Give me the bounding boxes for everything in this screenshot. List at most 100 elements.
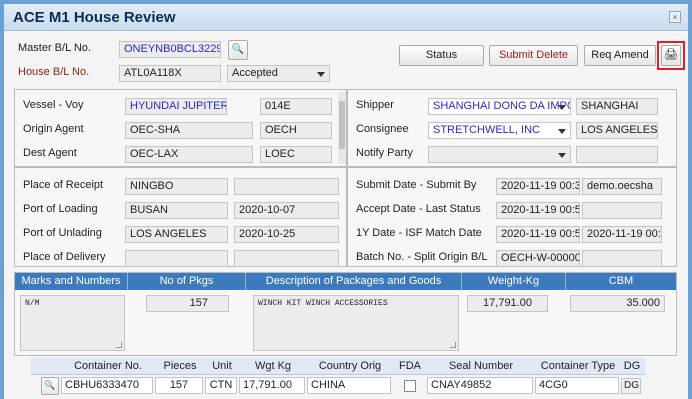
isf-match-date-field[interactable]: 2020-11-19 00:55: xyxy=(582,226,662,243)
consignee-select[interactable]: STRETCHWELL, INC xyxy=(428,122,571,139)
consignee-label: Consignee xyxy=(356,123,409,135)
resize-grip-icon[interactable] xyxy=(116,342,122,348)
containers-header: Container No. Pieces Unit Wgt Kg Country… xyxy=(31,358,645,375)
search-icon: 🔍 xyxy=(44,380,56,390)
container-unit-field[interactable]: CTN xyxy=(205,377,237,394)
vessel-field[interactable]: HYUNDAI JUPITER xyxy=(125,98,227,115)
split-origin-bl-field[interactable] xyxy=(582,250,662,267)
master-bl-label: Master B/L No. xyxy=(18,42,91,54)
chevron-down-icon xyxy=(317,72,325,77)
search-button[interactable]: 🔍 xyxy=(228,40,248,60)
chevron-down-icon xyxy=(558,129,566,134)
window-title: ACE M1 House Review xyxy=(13,9,176,26)
status-button[interactable]: Status xyxy=(399,45,484,66)
scrollbar-thumb[interactable] xyxy=(339,101,345,149)
submit-date-label: Submit Date - Submit By xyxy=(356,179,477,191)
place-of-delivery-label: Place of Delivery xyxy=(23,251,106,263)
container-header-fda: FDA xyxy=(399,360,421,372)
dest-agent-field[interactable]: OEC-LAX xyxy=(125,146,253,163)
goods-header-weight: Weight-Kg xyxy=(462,273,566,290)
container-wgt-field[interactable]: 17,791.00 xyxy=(239,377,305,394)
origin-agent-field[interactable]: OEC-SHA xyxy=(125,122,253,139)
voyage-field[interactable]: 014E xyxy=(260,98,332,115)
description-textarea[interactable]: WINCH KIT WINCH ACCESSORIES xyxy=(253,295,459,351)
route-panel: Place of Receipt NINGBO Port of Loading … xyxy=(14,167,347,267)
container-header-dg: DG xyxy=(623,360,641,372)
port-of-loading-field[interactable]: BUSAN xyxy=(125,202,228,219)
review-window: ACE M1 House Review × Master B/L No. ONE… xyxy=(0,0,692,399)
place-of-receipt-label: Place of Receipt xyxy=(23,179,104,191)
accept-date-field[interactable]: 2020-11-19 00:55: xyxy=(496,202,580,219)
pkgs-field[interactable]: 157 xyxy=(146,295,229,312)
vessel-agent-panel: Vessel - Voy HYUNDAI JUPITER 014E Origin… xyxy=(14,89,347,167)
goods-table: Marks and Numbers No of Pkgs Description… xyxy=(14,272,677,356)
chevron-down-icon xyxy=(558,153,566,158)
house-bl-field[interactable]: ATL0A118X xyxy=(119,65,221,82)
container-dg-button[interactable]: DG xyxy=(621,378,641,394)
close-icon[interactable]: × xyxy=(669,11,681,23)
fda-checkbox[interactable] xyxy=(404,380,416,392)
port-of-loading-date-field[interactable]: 2020-10-07 xyxy=(234,202,339,219)
container-no-field[interactable]: CBHU6333470 xyxy=(61,377,153,394)
shipper-select[interactable]: SHANGHAI DONG DA IMPOR xyxy=(428,98,571,115)
container-header-no: Container No. xyxy=(74,360,142,372)
port-of-unlading-field[interactable]: LOS ANGELES xyxy=(125,226,228,243)
notify-party-select[interactable] xyxy=(428,146,571,163)
place-of-receipt-date-field[interactable] xyxy=(234,178,339,195)
container-search-button[interactable]: 🔍 xyxy=(41,377,59,395)
place-of-delivery-field[interactable] xyxy=(125,250,228,267)
container-type-field[interactable]: 4CG0 xyxy=(535,377,619,394)
container-pieces-field[interactable]: 157 xyxy=(155,377,203,394)
origin-agent-code-field[interactable]: OECH xyxy=(260,122,332,139)
container-header-wgt: Wgt Kg xyxy=(254,360,292,372)
chevron-down-icon xyxy=(558,105,566,110)
master-bl-field[interactable]: ONEYNB0BCL322900 xyxy=(119,41,221,58)
print-button[interactable]: 🖨 xyxy=(661,45,681,66)
shipper-city-field[interactable]: SHANGHAI xyxy=(576,98,658,115)
resize-grip-icon[interactable] xyxy=(450,342,456,348)
vessel-label: Vessel - Voy xyxy=(23,99,84,111)
shipper-label: Shipper xyxy=(356,99,394,111)
containers-table: Container No. Pieces Unit Wgt Kg Country… xyxy=(31,358,645,399)
goods-header-cbm: CBM xyxy=(608,275,634,287)
goods-table-header: Marks and Numbers No of Pkgs Description… xyxy=(15,273,676,290)
port-of-unlading-label: Port of Unlading xyxy=(23,227,102,239)
container-header-unit: Unit xyxy=(212,360,232,372)
1y-date-field[interactable]: 2020-11-19 00:55: xyxy=(496,226,580,243)
marks-value: N/M xyxy=(25,299,40,308)
container-country-field[interactable]: CHINA xyxy=(307,377,391,394)
notify-city-field[interactable] xyxy=(576,146,658,163)
submission-panel: Submit Date - Submit By 2020-11-19 00:36… xyxy=(347,167,677,267)
goods-header-marks: Marks and Numbers xyxy=(15,273,128,290)
submit-delete-button[interactable]: Submit Delete xyxy=(489,45,578,66)
title-bar: ACE M1 House Review × xyxy=(4,4,688,31)
shipper-select-value: SHANGHAI DONG DA IMPOR xyxy=(433,100,571,112)
place-of-delivery-date-field[interactable] xyxy=(234,250,339,267)
submit-date-field[interactable]: 2020-11-19 00:36: xyxy=(496,178,580,195)
status-select-value: Accepted xyxy=(232,67,278,79)
goods-header-pkgs: No of Pkgs xyxy=(128,273,246,290)
description-value: WINCH KIT WINCH ACCESSORIES xyxy=(258,299,388,308)
place-of-receipt-field[interactable]: NINGBO xyxy=(125,178,228,195)
submit-by-field[interactable]: demo.oecsha xyxy=(582,178,662,195)
batch-no-field[interactable]: OECH-W-000002 xyxy=(496,250,580,267)
consignee-city-field[interactable]: LOS ANGELES xyxy=(576,122,658,139)
port-of-unlading-date-field[interactable]: 2020-10-25 xyxy=(234,226,339,243)
search-icon: 🔍 xyxy=(231,44,245,55)
container-seal-field[interactable]: CNAY49852 xyxy=(427,377,533,394)
container-header-country: Country Orig xyxy=(318,360,382,372)
last-status-field[interactable] xyxy=(582,202,662,219)
status-select[interactable]: Accepted xyxy=(227,65,330,82)
weight-field[interactable]: 17,791.00 xyxy=(467,295,548,312)
notify-party-label: Notify Party xyxy=(356,147,413,159)
dest-agent-code-field[interactable]: LOEC xyxy=(260,146,332,163)
marks-textarea[interactable]: N/M xyxy=(20,295,125,351)
accept-date-label: Accept Date - Last Status xyxy=(356,203,481,215)
house-bl-label: House B/L No. xyxy=(18,66,90,78)
cbm-field[interactable]: 35.000 xyxy=(570,295,665,312)
container-row: 🔍 CBHU6333470 157 CTN 17,791.00 CHINA CN… xyxy=(31,377,645,397)
req-amend-button[interactable]: Req Amend xyxy=(584,45,656,66)
panel-scrollbar[interactable] xyxy=(338,92,346,164)
container-header-type: Container Type xyxy=(540,360,616,372)
origin-agent-label: Origin Agent xyxy=(23,123,84,135)
